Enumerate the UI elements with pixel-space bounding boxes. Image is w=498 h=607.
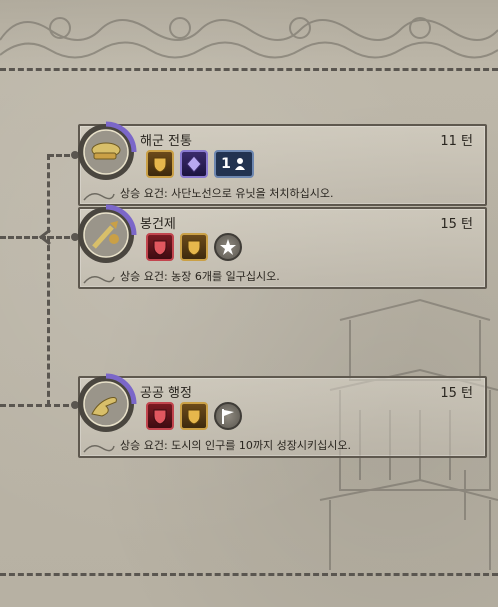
wildcard-star-icon[interactable] <box>214 233 242 261</box>
card-turns: 15 턴 <box>440 386 473 401</box>
hand-icon <box>78 373 137 432</box>
card-turns: 11 턴 <box>440 134 473 149</box>
flourish-icon <box>83 276 115 284</box>
gold-shield-icon[interactable] <box>180 233 208 261</box>
timeline-top-line <box>0 68 498 71</box>
red-shield-icon[interactable] <box>146 233 174 261</box>
card-title: 공공 행정 <box>140 386 192 401</box>
flourish-icon <box>83 445 115 453</box>
civic-card-feudalism[interactable]: 봉건제 15 턴 상승 요건: 농장 6개를 일구십시오. <box>78 204 487 289</box>
diplomatic-count: 1 <box>221 156 231 172</box>
timeline-bottom-line <box>0 573 498 576</box>
connector-left-bottom <box>0 404 78 407</box>
gold-shield-icon[interactable] <box>146 150 174 178</box>
naval-cap-icon <box>78 121 137 180</box>
card-requirement: 상승 요건: 도시의 인구를 10까지 성장시키십시오. <box>120 439 351 452</box>
flourish-icon <box>83 193 115 201</box>
card-requirement: 상승 요건: 농장 6개를 일구십시오. <box>120 270 280 283</box>
card-title: 봉건제 <box>140 217 176 232</box>
purple-gem-icon[interactable] <box>180 150 208 178</box>
connector-arrow-icon <box>38 228 51 246</box>
civic-card-civil-service[interactable]: 공공 행정 15 턴 상승 요건: 도시의 인구를 10까지 성장시키십시오. <box>78 373 487 458</box>
gold-shield-icon[interactable] <box>180 402 208 430</box>
card-turns: 15 턴 <box>440 217 473 232</box>
connector-vertical <box>47 154 50 406</box>
sword-icon <box>78 204 137 263</box>
card-requirement: 상승 요건: 사단노선으로 유닛을 처치하십시오. <box>120 187 334 200</box>
diplomatic-unit-icon[interactable]: 1 <box>214 150 254 178</box>
flag-icon[interactable] <box>214 402 242 430</box>
civic-card-naval-tradition[interactable]: 해군 전통 11 턴 1 상승 요건: 사단노선으로 유닛을 처치하십시오. <box>78 121 487 206</box>
card-title: 해군 전통 <box>140 134 192 149</box>
decorative-frieze <box>0 17 498 59</box>
red-shield-icon[interactable] <box>146 402 174 430</box>
